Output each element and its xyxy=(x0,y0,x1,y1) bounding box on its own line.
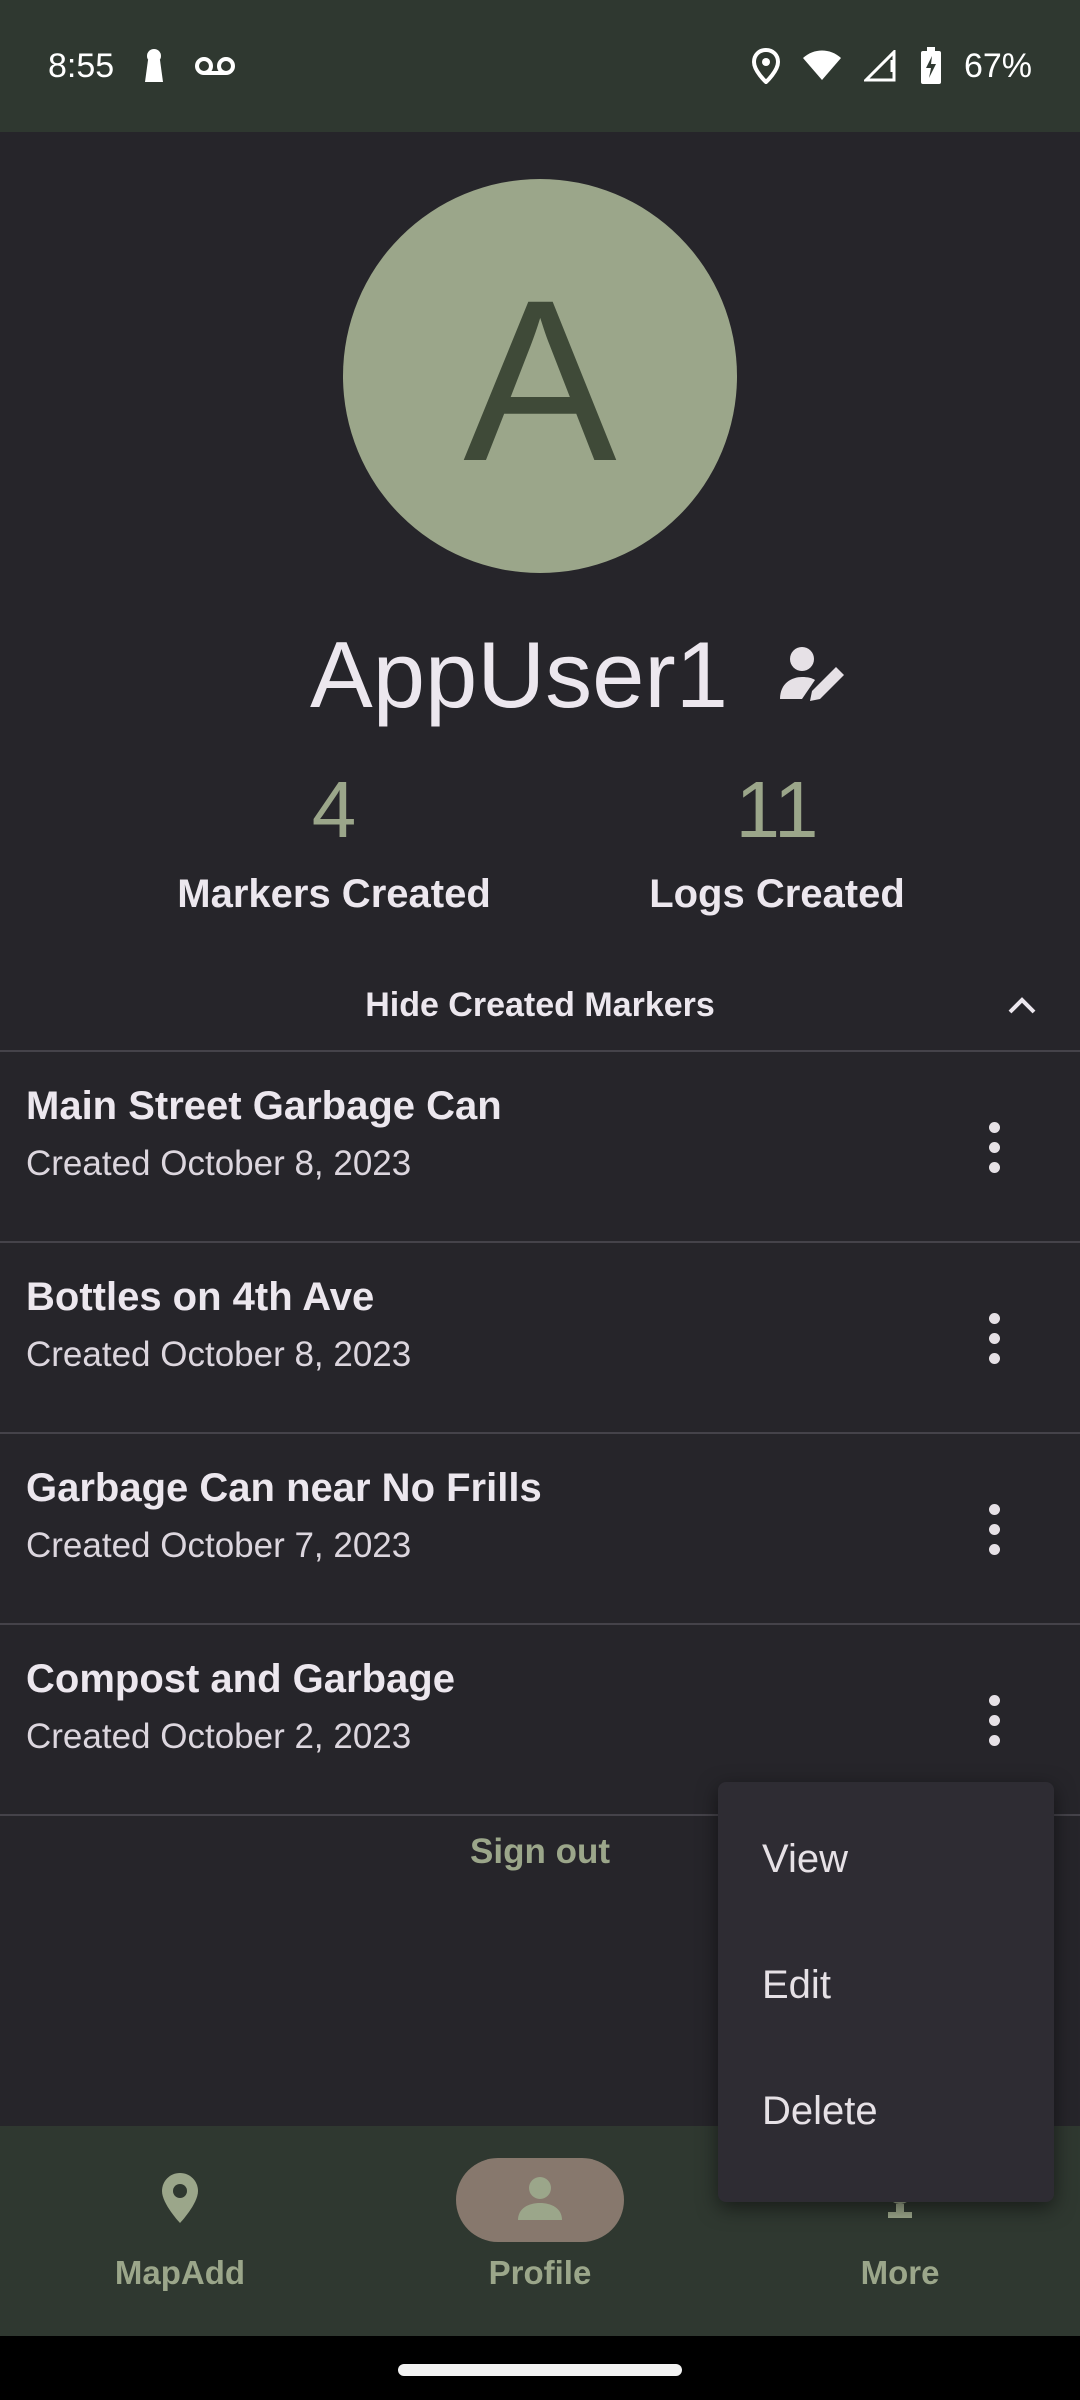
menu-item-delete[interactable]: Delete xyxy=(718,2048,1054,2174)
avatar: A xyxy=(343,179,737,573)
battery-percentage: 67% xyxy=(963,46,1032,85)
status-time: 8:55 xyxy=(48,46,115,85)
nav-label: More xyxy=(860,2254,940,2291)
status-right: 67% xyxy=(751,46,1032,86)
hide-markers-toggle[interactable]: Hide Created Markers xyxy=(0,960,1080,1052)
toggle-label: Hide Created Markers xyxy=(365,985,715,1024)
more-options-icon[interactable] xyxy=(974,1303,1014,1373)
menu-item-edit[interactable]: Edit xyxy=(718,1922,1054,2048)
wifi-icon xyxy=(802,50,842,82)
username-row: AppUser1 xyxy=(0,620,1080,730)
chevron-up-icon xyxy=(1002,986,1042,1026)
marker-date: Created October 8, 2023 xyxy=(26,1335,412,1374)
voicemail-icon xyxy=(194,54,236,78)
location-icon xyxy=(751,48,780,84)
marker-title: Main Street Garbage Can xyxy=(26,1084,502,1128)
person-icon xyxy=(517,2176,563,2225)
avatar-letter: A xyxy=(463,252,617,509)
home-gesture-handle[interactable] xyxy=(398,2364,682,2376)
signal-icon xyxy=(863,50,898,82)
marker-options-menu: View Edit Delete xyxy=(718,1782,1054,2202)
list-item[interactable]: Bottles on 4th Ave Created October 8, 20… xyxy=(0,1243,1080,1434)
logs-label: Logs Created xyxy=(649,872,905,916)
marker-date: Created October 8, 2023 xyxy=(26,1144,412,1183)
marker-title: Compost and Garbage xyxy=(26,1657,455,1701)
username: AppUser1 xyxy=(310,622,728,727)
nav-pill xyxy=(96,2158,264,2242)
lock-keyhole-icon xyxy=(142,48,166,84)
marker-list: Main Street Garbage Can Created October … xyxy=(0,1052,1080,1816)
list-item[interactable]: Garbage Can near No Frills Created Octob… xyxy=(0,1434,1080,1625)
status-bar: 8:55 67% xyxy=(0,0,1080,132)
status-left: 8:55 xyxy=(48,47,236,86)
menu-item-view[interactable]: View xyxy=(718,1796,1054,1922)
nav-item-mapadd[interactable]: MapAdd xyxy=(0,2126,360,2336)
profile-stats: 4 Markers Created 11 Logs Created xyxy=(0,760,1080,930)
edit-profile-icon[interactable] xyxy=(778,639,850,711)
nav-item-profile[interactable]: Profile xyxy=(360,2126,720,2336)
marker-date: Created October 2, 2023 xyxy=(26,1717,412,1756)
logs-stat: 11 Logs Created xyxy=(577,760,977,924)
more-options-icon[interactable] xyxy=(974,1112,1014,1182)
markers-label: Markers Created xyxy=(177,872,491,916)
markers-count: 4 xyxy=(311,765,357,854)
battery-charging-icon xyxy=(920,47,942,85)
nav-pill-active xyxy=(456,2158,624,2242)
logs-count: 11 xyxy=(735,765,819,854)
marker-date: Created October 7, 2023 xyxy=(26,1526,412,1565)
more-options-icon[interactable] xyxy=(974,1685,1014,1755)
more-options-icon[interactable] xyxy=(974,1494,1014,1564)
map-pin-icon xyxy=(160,2171,200,2230)
marker-title: Bottles on 4th Ave xyxy=(26,1275,375,1319)
nav-label: Profile xyxy=(488,2254,592,2291)
list-item[interactable]: Main Street Garbage Can Created October … xyxy=(0,1052,1080,1243)
markers-stat: 4 Markers Created xyxy=(134,760,534,924)
nav-label: MapAdd xyxy=(114,2254,246,2291)
marker-title: Garbage Can near No Frills xyxy=(26,1466,542,1510)
